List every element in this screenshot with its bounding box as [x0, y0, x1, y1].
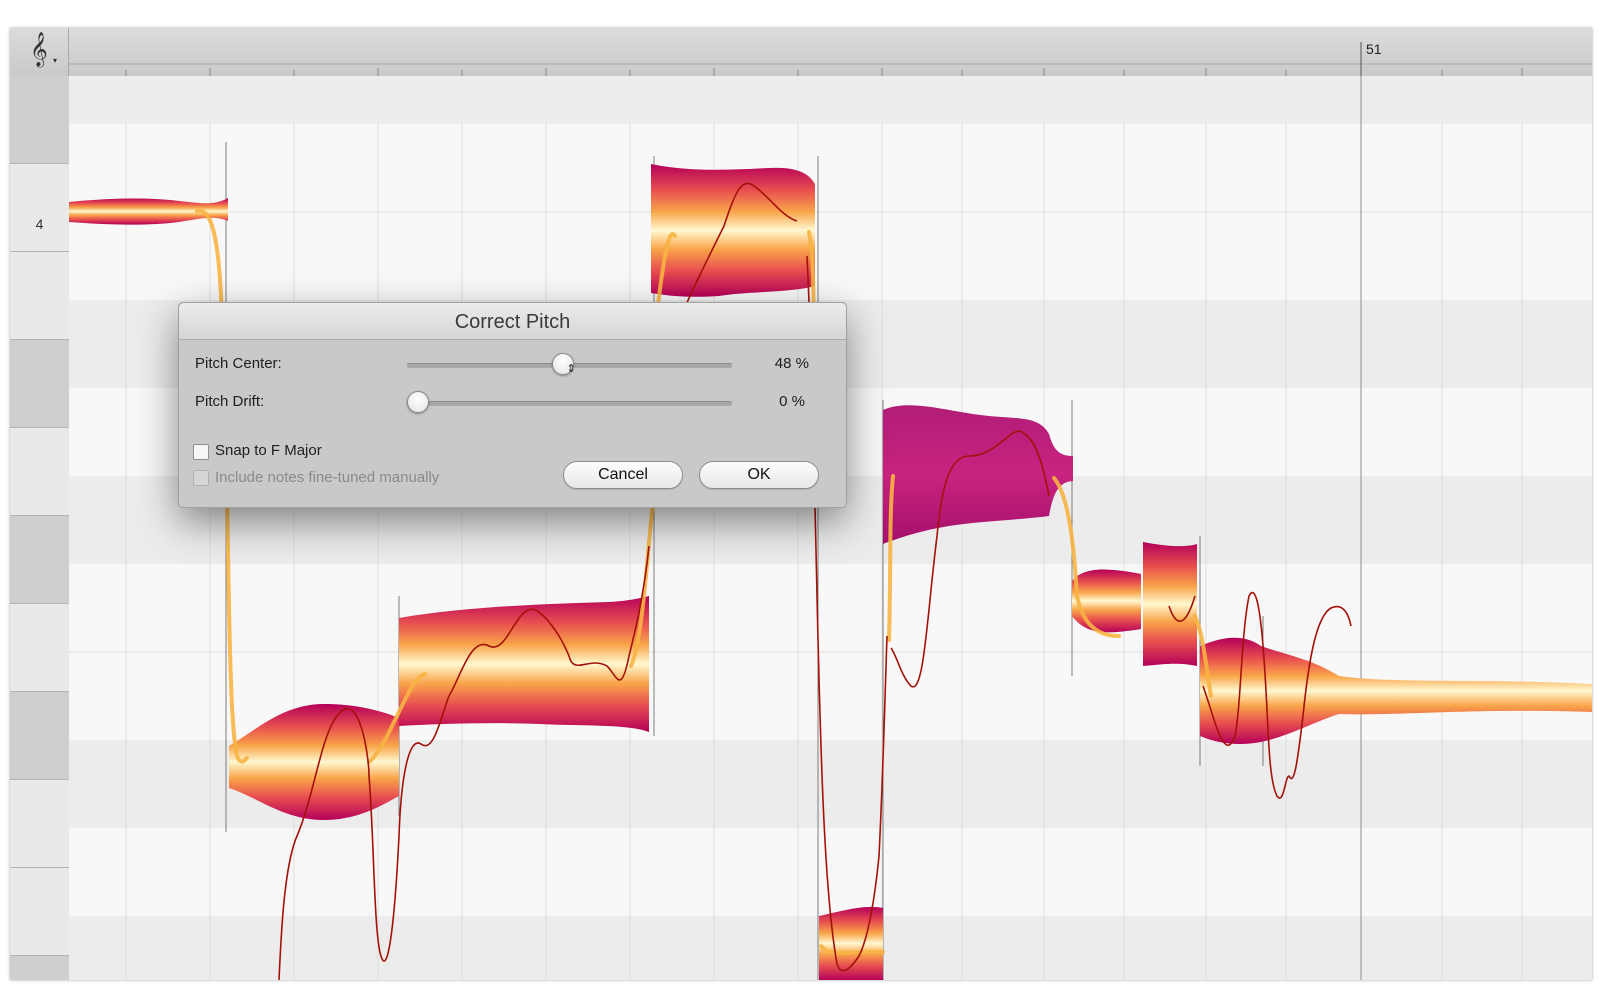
note-grid[interactable] [69, 76, 1592, 980]
piano-key[interactable] [10, 868, 69, 956]
pitch-drift-knob[interactable] [407, 391, 429, 413]
pitch-center-label: Pitch Center: [195, 355, 282, 372]
piano-key[interactable] [10, 164, 69, 252]
timeline-ruler[interactable]: 𝄞 ▾ 51 [10, 28, 1592, 77]
octave-label: 4 [35, 216, 44, 232]
resize-cursor-icon: ⇕ [566, 363, 576, 375]
piano-key[interactable] [10, 76, 69, 164]
note-blob[interactable] [399, 596, 649, 732]
piano-key[interactable] [10, 428, 69, 516]
ok-button[interactable]: OK [699, 461, 819, 489]
dialog-title: Correct Pitch [454, 311, 571, 333]
piano-key[interactable] [10, 340, 69, 428]
correct-pitch-dialog: Correct Pitch Pitch Center: ⇕ 48 % Pitch… [178, 302, 847, 508]
snap-checkbox[interactable] [193, 444, 209, 460]
dialog-titlebar[interactable]: Correct Pitch [179, 303, 846, 340]
pitch-drift-label: Pitch Drift: [195, 393, 265, 410]
ruler-ticks [69, 42, 1592, 76]
piano-key[interactable] [10, 780, 69, 868]
piano-key[interactable] [10, 516, 69, 604]
editor-window: 𝄞 ▾ 51 4 Correct Pitch Pitch Center: ⇕ 4… [10, 28, 1592, 980]
snap-label: Snap to F Major [215, 442, 322, 459]
include-fine-tuned-label: Include notes fine-tuned manually [215, 469, 440, 486]
bar-number: 51 [1366, 41, 1382, 57]
piano-key[interactable] [10, 956, 69, 980]
note-blob[interactable] [819, 906, 883, 980]
pitch-drift-value: 0 % [779, 393, 805, 410]
piano-key[interactable] [10, 252, 69, 340]
piano-key[interactable] [10, 692, 69, 780]
include-fine-tuned-checkbox[interactable] [193, 470, 209, 486]
note-blob[interactable] [1143, 542, 1197, 666]
piano-keyboard[interactable]: 4 [10, 76, 70, 980]
cancel-button[interactable]: Cancel [563, 461, 683, 489]
note-blob[interactable] [1072, 569, 1141, 633]
note-blob[interactable] [651, 164, 815, 297]
piano-key[interactable] [10, 604, 69, 692]
pitch-drift-slider[interactable] [407, 401, 732, 406]
pitch-center-value: 48 % [774, 355, 809, 372]
